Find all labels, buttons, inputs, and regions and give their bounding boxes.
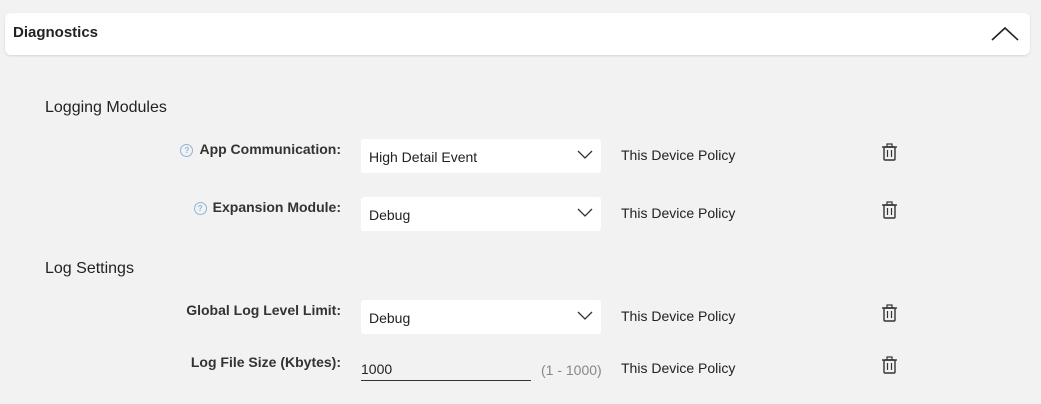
chevron-down-icon [577,208,593,217]
help-icon[interactable]: ? [193,201,207,215]
app-communication-select[interactable]: High Detail Event [361,139,601,173]
app-communication-label-text: App Communication: [199,141,341,157]
chevron-down-icon [577,150,593,159]
log-settings-heading: Log Settings [45,260,134,277]
expansion-module-value: Debug [369,207,411,223]
expansion-module-row: ? Expansion Module: Debug This Device Po… [0,197,1041,231]
global-log-level-value: Debug [369,310,411,326]
log-file-size-input[interactable] [361,358,531,381]
expansion-module-label-text: Expansion Module: [212,199,341,215]
expansion-module-select[interactable]: Debug [361,197,601,231]
trash-icon[interactable] [881,201,898,219]
trash-icon[interactable] [881,143,898,161]
global-log-level-policy: This Device Policy [621,308,736,324]
app-communication-label: ? App Communication: [180,141,341,157]
expansion-module-label: ? Expansion Module: [193,199,341,215]
log-file-size-row: Log File Size (Kbytes): (1 - 1000) This … [0,352,1041,386]
app-communication-value: High Detail Event [369,149,478,165]
global-log-level-label: Global Log Level Limit: [186,302,341,318]
expansion-module-policy: This Device Policy [621,205,736,221]
log-file-size-label: Log File Size (Kbytes): [190,354,341,370]
chevron-up-icon[interactable] [990,23,1020,45]
trash-icon[interactable] [881,356,898,374]
global-log-level-row: Global Log Level Limit: Debug This Devic… [0,300,1041,334]
trash-icon[interactable] [881,304,898,322]
panel-title: Diagnostics [13,24,99,41]
app-communication-policy: This Device Policy [621,147,736,163]
log-file-size-range-hint: (1 - 1000) [541,362,602,378]
help-icon[interactable]: ? [180,143,194,157]
global-log-level-select[interactable]: Debug [361,300,601,334]
chevron-down-icon [577,311,593,320]
logging-modules-heading: Logging Modules [45,99,167,116]
diagnostics-panel-header[interactable]: Diagnostics [5,13,1030,55]
app-communication-row: ? App Communication: High Detail Event T… [0,139,1041,173]
log-file-size-policy: This Device Policy [621,360,736,376]
